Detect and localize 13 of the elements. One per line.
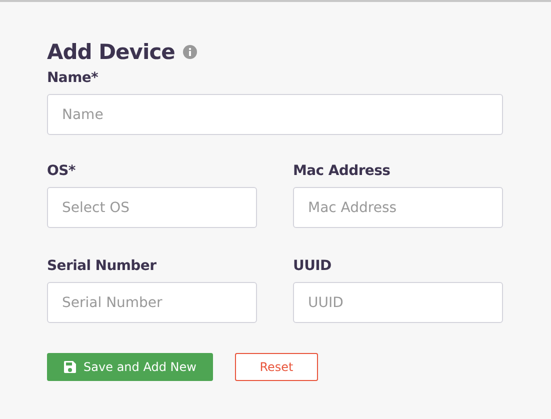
field-label: OS* <box>47 163 76 179</box>
input-field[interactable]: Name <box>47 94 503 135</box>
input-field[interactable]: UUID <box>293 282 503 323</box>
field-label: Name* <box>47 70 100 86</box>
reset-button[interactable]: Reset <box>235 353 318 381</box>
input-field[interactable]: Serial Number <box>47 282 257 323</box>
input-field[interactable]: Mac Address <box>293 187 503 228</box>
save-button[interactable]: Save and Add New <box>47 353 213 381</box>
field-label: Serial Number <box>47 258 158 274</box>
input-field[interactable]: Select OS <box>47 187 257 228</box>
form-title: Add Device <box>47 40 175 64</box>
field-label: Mac Address <box>293 163 392 179</box>
field-label: UUID <box>293 258 332 274</box>
